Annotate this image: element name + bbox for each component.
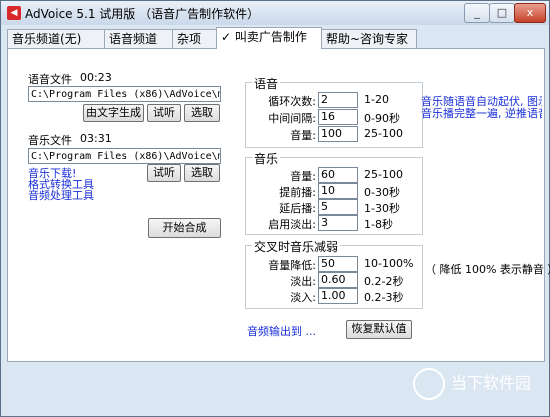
app-window: ◀ AdVoice 5.1 试用版 （语音广告制作软件） _ □ x 音乐频道(… — [0, 0, 550, 417]
tab-voice-channel[interactable]: 语音频道 — [104, 29, 173, 48]
music-duration: 03:31 — [80, 132, 112, 145]
duck-volume-input[interactable]: 50 — [318, 256, 358, 272]
music-volume-range: 25-100 — [364, 168, 403, 181]
ducking-settings-group: 交叉时音乐减弱 音量降低: 50 10-100% 淡出: 0.60 0.2-2秒… — [245, 238, 423, 309]
voice-volume-range: 25-100 — [364, 127, 403, 140]
voice-volume-label: 音量: — [290, 129, 316, 142]
voice-file-label: 语音文件 — [28, 73, 72, 86]
tab-bar: 音乐频道(无) 语音频道 杂项 ✓ 叫卖广告制作 帮助~咨询专家 — [7, 27, 543, 49]
duck-fade-out-input[interactable]: 0.60 — [318, 272, 358, 288]
pre-play-label: 提前播: — [279, 186, 316, 199]
music-volume-label: 音量: — [290, 170, 316, 183]
close-button[interactable]: x — [514, 3, 546, 23]
mute-note: （ 降低 100% 表示静音 ） — [425, 263, 550, 276]
voice-path-field[interactable]: C:\Program Files (x86)\AdVoice\music — [28, 86, 221, 102]
interval-input[interactable]: 16 — [318, 109, 358, 125]
minimize-button[interactable]: _ — [464, 3, 490, 23]
interval-label: 中间间隔: — [268, 112, 316, 125]
music-listen-button[interactable]: 试听 — [147, 164, 181, 182]
music-file-label: 音乐文件 — [28, 134, 72, 147]
maximize-button[interactable]: □ — [489, 3, 515, 23]
watermark-text: 当下软件园 — [450, 373, 531, 393]
music-select-button[interactable]: 选取 — [184, 164, 220, 182]
fade-out-enable-label: 启用淡出: — [268, 218, 316, 231]
voice-listen-button[interactable]: 试听 — [147, 104, 181, 122]
compose-button[interactable]: 开始合成 — [148, 218, 221, 238]
ad-maker-panel: 语音文件 00:23 C:\Program Files (x86)\AdVoic… — [7, 48, 550, 362]
loop-count-range: 1-20 — [364, 93, 389, 106]
voice-volume-input[interactable]: 100 — [318, 126, 358, 142]
fade-out-enable-input[interactable]: 3 — [318, 215, 358, 231]
post-play-input[interactable]: 5 — [318, 199, 358, 215]
music-volume-input[interactable]: 60 — [318, 167, 358, 183]
loop-count-input[interactable]: 2 — [318, 92, 358, 108]
pre-play-range: 0-30秒 — [364, 186, 400, 199]
loop-count-label: 循环次数: — [268, 95, 316, 108]
duck-fade-in-label: 淡入: — [290, 291, 316, 304]
tab-misc[interactable]: 杂项 — [172, 29, 217, 48]
duck-volume-range: 10-100% — [364, 257, 414, 270]
music-settings-group: 音乐 音量: 60 25-100 提前播: 10 0-30秒 延后播: 5 1-… — [245, 150, 423, 235]
watermark: 当下软件园 — [412, 368, 531, 400]
tab-music-channel[interactable]: 音乐频道(无) — [7, 29, 105, 48]
post-play-label: 延后播: — [279, 202, 316, 215]
duck-fade-in-range: 0.2-3秒 — [364, 291, 404, 304]
duck-fade-out-range: 0.2-2秒 — [364, 275, 404, 288]
fade-out-enable-range: 1-8秒 — [364, 218, 393, 231]
post-play-range: 1-30秒 — [364, 202, 400, 215]
ducking-group-title: 交叉时音乐减弱 — [252, 238, 341, 255]
title-bar: ◀ AdVoice 5.1 试用版 （语音广告制作软件） _ □ x — [1, 1, 549, 25]
voice-group-title: 语音 — [252, 75, 281, 92]
voice-duration: 00:23 — [80, 71, 112, 84]
music-path-field[interactable]: C:\Program Files (x86)\AdVoice\music — [28, 148, 221, 164]
voice-settings-group: 语音 循环次数: 2 1-20 中间间隔: 16 0-90秒 音量: 100 2… — [245, 75, 423, 148]
voice-select-button[interactable]: 选取 — [184, 104, 220, 122]
window-title: AdVoice 5.1 试用版 （语音广告制作软件） — [25, 7, 260, 21]
reverse-voice-note: 音乐播完整一遍, 逆推语音 — [421, 107, 542, 120]
restore-defaults-button[interactable]: 恢复默认值 — [346, 320, 412, 339]
pre-play-input[interactable]: 10 — [318, 183, 358, 199]
tab-help[interactable]: 帮助~咨询专家 — [321, 29, 417, 48]
music-group-title: 音乐 — [252, 150, 281, 167]
audio-tool-link[interactable]: 音频处理工具 — [28, 187, 94, 203]
interval-range: 0-90秒 — [364, 112, 400, 125]
app-logo-icon: ◀ — [7, 6, 21, 20]
watermark-logo-icon — [412, 368, 445, 400]
duck-fade-in-input[interactable]: 1.00 — [318, 288, 358, 304]
text-to-speech-button[interactable]: 由文字生成 — [83, 104, 144, 122]
tab-ad-maker[interactable]: ✓ 叫卖广告制作 — [216, 27, 322, 49]
duck-fade-out-label: 淡出: — [290, 275, 316, 288]
output-link[interactable]: 音频输出到 ... — [247, 323, 316, 339]
duck-volume-label: 音量降低: — [268, 259, 316, 272]
